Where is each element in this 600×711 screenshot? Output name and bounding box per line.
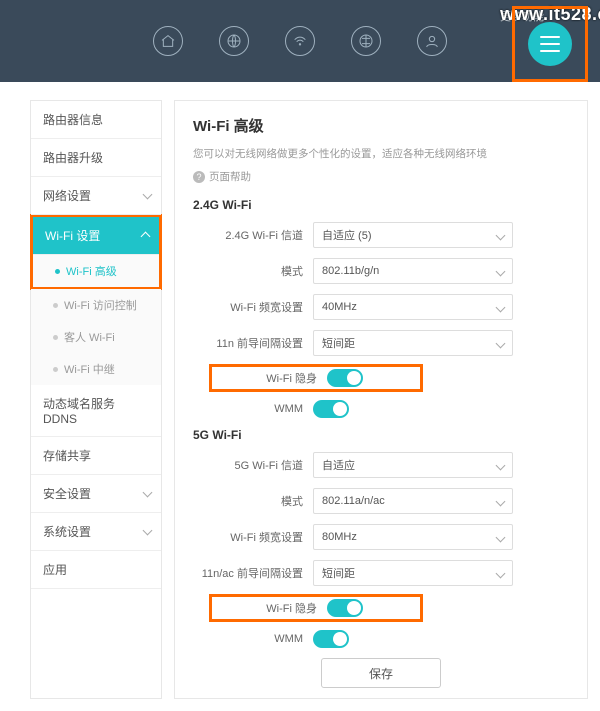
select-24g-preamble[interactable]: 短间距 xyxy=(313,330,513,356)
select-5g-bandwidth[interactable]: 80MHz xyxy=(313,524,513,550)
label-24g-mode: 模式 xyxy=(193,263,313,279)
toggle-24g-hide[interactable] xyxy=(327,369,363,387)
select-24g-mode[interactable]: 802.11b/g/n xyxy=(313,258,513,284)
sidebar-item-storage[interactable]: 存储共享 xyxy=(31,437,161,475)
user-icon[interactable] xyxy=(417,26,447,56)
select-5g-preamble[interactable]: 短间距 xyxy=(313,560,513,586)
select-24g-bandwidth[interactable]: 40MHz xyxy=(313,294,513,320)
sidebar-item-label: Wi-Fi 访问控制 xyxy=(64,297,137,313)
network-icon[interactable] xyxy=(351,26,381,56)
top-nav: 更多功能 www.it528.com xyxy=(0,0,600,82)
label-5g-mode: 模式 xyxy=(193,493,313,509)
home-icon[interactable] xyxy=(153,26,183,56)
label-5g-channel: 5G Wi-Fi 信道 xyxy=(193,457,313,473)
page-description: 您可以对无线网络做更多个性化的设置，适应各种无线网络环境 xyxy=(193,146,569,161)
section-title-24g: 2.4G Wi-Fi xyxy=(193,198,569,212)
label-24g-hide: Wi-Fi 隐身 xyxy=(211,370,327,386)
hamburger-menu-button[interactable] xyxy=(528,22,572,66)
sidebar: 路由器信息 路由器升级 网络设置 Wi-Fi 设置 Wi-Fi 高级 Wi-Fi… xyxy=(30,100,162,699)
sidebar-item-network-settings[interactable]: 网络设置 xyxy=(31,177,161,215)
main-panel: Wi-Fi 高级 您可以对无线网络做更多个性化的设置，适应各种无线网络环境 ? … xyxy=(174,100,588,699)
wifi-hide-5g-highlight-box: Wi-Fi 隐身 xyxy=(211,596,421,620)
sidebar-item-label: 客人 Wi-Fi xyxy=(64,329,115,345)
sidebar-item-wifi-settings[interactable]: Wi-Fi 设置 xyxy=(33,217,159,255)
toggle-5g-hide[interactable] xyxy=(327,599,363,617)
sidebar-item-security[interactable]: 安全设置 xyxy=(31,475,161,513)
bullet-icon xyxy=(53,367,58,372)
label-24g-preamble: 11n 前导间隔设置 xyxy=(193,335,313,351)
toggle-24g-wmm[interactable] xyxy=(313,400,349,418)
label-5g-hide: Wi-Fi 隐身 xyxy=(211,600,327,616)
sidebar-sub-wifi-advanced[interactable]: Wi-Fi 高级 xyxy=(33,255,159,287)
label-5g-bandwidth: Wi-Fi 频宽设置 xyxy=(193,529,313,545)
sidebar-item-router-info[interactable]: 路由器信息 xyxy=(31,101,161,139)
help-icon: ? xyxy=(193,171,205,183)
globe-icon[interactable] xyxy=(219,26,249,56)
menu-highlight-box xyxy=(512,6,588,82)
sidebar-sub-wifi-repeater[interactable]: Wi-Fi 中继 xyxy=(31,353,161,385)
bullet-icon xyxy=(53,303,58,308)
sidebar-item-system[interactable]: 系统设置 xyxy=(31,513,161,551)
sidebar-sub-wifi-access[interactable]: Wi-Fi 访问控制 xyxy=(31,289,161,321)
bullet-icon xyxy=(53,335,58,340)
page-title: Wi-Fi 高级 xyxy=(193,115,569,136)
sidebar-item-label: Wi-Fi 中继 xyxy=(64,361,115,377)
sidebar-item-apps[interactable]: 应用 xyxy=(31,551,161,589)
sidebar-item-ddns[interactable]: 动态域名服务 DDNS xyxy=(31,385,161,437)
label-24g-wmm: WMM xyxy=(193,403,313,415)
select-24g-channel[interactable]: 自适应 (5) xyxy=(313,222,513,248)
help-label: 页面帮助 xyxy=(209,169,251,184)
page-help-link[interactable]: ? 页面帮助 xyxy=(193,169,569,184)
sidebar-item-router-upgrade[interactable]: 路由器升级 xyxy=(31,139,161,177)
section-title-5g: 5G Wi-Fi xyxy=(193,428,569,442)
label-24g-bandwidth: Wi-Fi 频宽设置 xyxy=(193,299,313,315)
label-24g-channel: 2.4G Wi-Fi 信道 xyxy=(193,227,313,243)
sidebar-sub-guest-wifi[interactable]: 客人 Wi-Fi xyxy=(31,321,161,353)
select-5g-channel[interactable]: 自适应 xyxy=(313,452,513,478)
sidebar-item-label: Wi-Fi 高级 xyxy=(66,263,117,279)
toggle-5g-wmm[interactable] xyxy=(313,630,349,648)
wifi-settings-highlight-box: Wi-Fi 设置 Wi-Fi 高级 xyxy=(30,214,162,290)
select-5g-mode[interactable]: 802.11a/n/ac xyxy=(313,488,513,514)
label-5g-preamble: 11n/ac 前导间隔设置 xyxy=(193,565,313,581)
wifi-icon[interactable] xyxy=(285,26,315,56)
label-5g-wmm: WMM xyxy=(193,633,313,645)
bullet-icon xyxy=(55,269,60,274)
wifi-hide-24g-highlight-box: Wi-Fi 隐身 xyxy=(211,366,421,390)
